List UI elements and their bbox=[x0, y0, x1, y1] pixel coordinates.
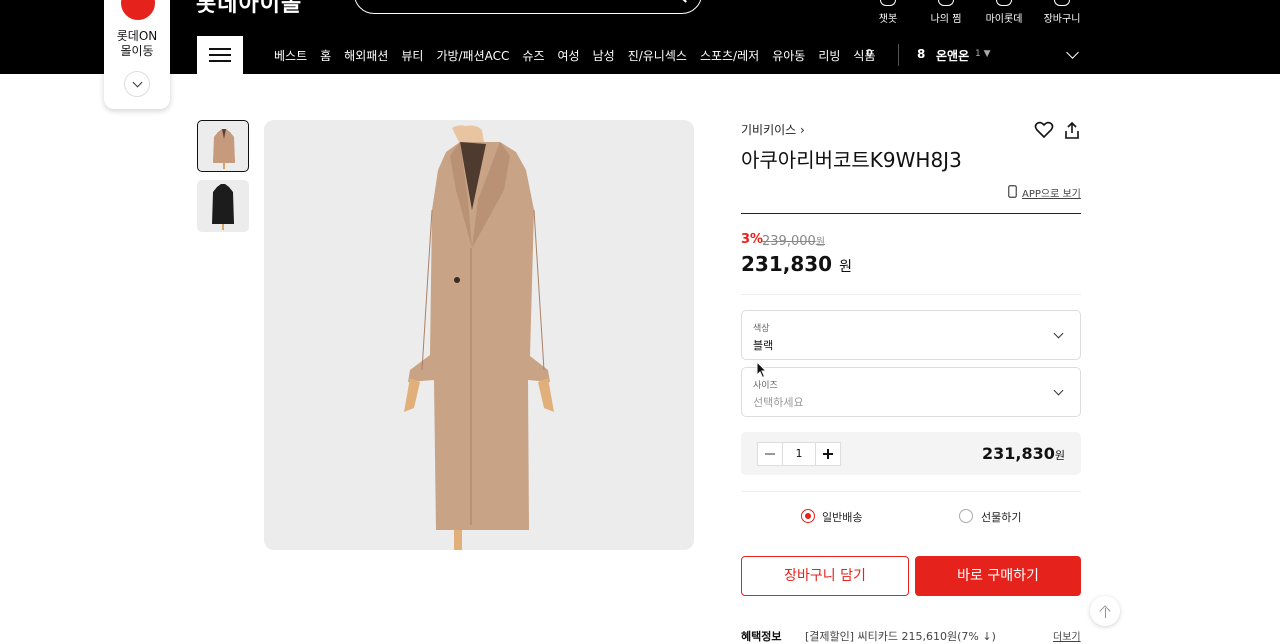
expand-button[interactable] bbox=[124, 71, 150, 97]
cart-icon bbox=[1054, 0, 1070, 6]
util-chatbot[interactable]: 챗봇 bbox=[868, 0, 908, 36]
quantity-panel: 1 231,830원 bbox=[741, 432, 1081, 475]
nav-extra-count: 0 bbox=[866, 48, 873, 59]
increase-button[interactable] bbox=[816, 443, 840, 465]
util-label: 나의 찜 bbox=[930, 14, 962, 25]
gift-label[interactable]: 선물하기 bbox=[981, 509, 1021, 525]
lotteon-switch-card[interactable]: 롯데ON 몰이동 bbox=[104, 0, 170, 109]
sale-price-value: 231,830 bbox=[741, 252, 833, 276]
color-select[interactable]: 색상 블랙 bbox=[741, 310, 1081, 360]
menu-button[interactable] bbox=[197, 36, 243, 74]
quantity-stepper: 1 bbox=[757, 442, 841, 466]
app-view-link[interactable]: APP으로 보기 bbox=[1022, 185, 1081, 200]
coat-thumbnail-image bbox=[212, 184, 234, 230]
chevron-down-icon bbox=[1053, 385, 1064, 396]
search-icon[interactable] bbox=[681, 0, 687, 3]
site-logo[interactable]: 롯데아이몰 bbox=[196, 0, 302, 18]
nav-item-beauty[interactable]: 뷰티 bbox=[401, 47, 423, 64]
thumbnail-2[interactable] bbox=[197, 180, 249, 232]
top-header: 롯데아이몰 챗봇 나의 찜 마이롯데 장바구니 bbox=[0, 0, 1280, 36]
more-link[interactable]: 더보기 bbox=[1053, 628, 1081, 643]
arrow-up-icon bbox=[1104, 608, 1106, 618]
buy-now-button[interactable]: 바로 구매하기 bbox=[915, 556, 1081, 596]
scroll-top-button[interactable] bbox=[1090, 596, 1120, 626]
util-cart[interactable]: 장바구니 bbox=[1040, 0, 1084, 36]
mascot-icon bbox=[121, 0, 155, 20]
chevron-right-icon: › bbox=[800, 123, 805, 137]
normal-delivery-label[interactable]: 일반배송 bbox=[822, 509, 862, 525]
mouse-cursor-icon bbox=[756, 361, 768, 379]
sale-price: 231,830 원 bbox=[741, 252, 852, 276]
divider bbox=[741, 294, 1081, 295]
nav-item-bags[interactable]: 가방/패션ACC bbox=[436, 47, 509, 64]
util-label: 챗봇 bbox=[878, 14, 898, 25]
nav-divider bbox=[898, 44, 899, 66]
original-price-unit: 원 bbox=[815, 237, 825, 248]
thumbnail-1[interactable] bbox=[197, 120, 249, 172]
ranking-number: 8 bbox=[917, 47, 926, 61]
mobile-icon bbox=[1008, 185, 1017, 198]
normal-delivery-radio[interactable] bbox=[801, 509, 815, 523]
ranking-change: 1 ▼ bbox=[975, 49, 991, 59]
chevron-down-icon bbox=[132, 77, 143, 88]
nav-item-living[interactable]: 리빙 bbox=[818, 47, 840, 64]
hamburger-icon bbox=[209, 54, 231, 56]
size-select[interactable]: 사이즈 선택하세요 bbox=[741, 367, 1081, 417]
divider bbox=[741, 213, 1081, 214]
heart-icon[interactable] bbox=[1034, 120, 1054, 140]
decrease-button[interactable] bbox=[758, 443, 782, 465]
share-icon[interactable] bbox=[1062, 121, 1082, 141]
add-to-cart-button[interactable]: 장바구니 담기 bbox=[741, 556, 909, 596]
original-price: 239,000원 bbox=[762, 233, 825, 249]
nav-item-home[interactable]: 홈 bbox=[320, 47, 331, 64]
brand-name: 기비키이스 bbox=[741, 123, 797, 137]
original-price-value: 239,000 bbox=[762, 234, 816, 249]
total-price-unit: 원 bbox=[1054, 449, 1065, 462]
product-main-image[interactable] bbox=[264, 120, 694, 550]
benefit-text: [결제할인] 씨티카드 215,610원(7% ↓) bbox=[805, 630, 996, 643]
chat-icon bbox=[880, 0, 896, 6]
sale-price-unit: 원 bbox=[839, 259, 852, 275]
search-input[interactable] bbox=[354, 0, 702, 14]
nav-item-men[interactable]: 남성 bbox=[593, 47, 615, 64]
total-price: 231,830원 bbox=[982, 444, 1065, 463]
size-select-placeholder: 선택하세요 bbox=[753, 396, 804, 409]
nav-menu: 베스트 홈 해외패션 뷰티 가방/패션ACC 슈즈 여성 남성 진/유니섹스 스… bbox=[274, 36, 889, 74]
chevron-down-icon bbox=[1053, 328, 1064, 339]
nav-item-overseas[interactable]: 해외패션 bbox=[344, 47, 388, 64]
brand-link[interactable]: 기비키이스 › bbox=[741, 121, 805, 138]
total-price-value: 231,830 bbox=[982, 444, 1055, 463]
nav-item-best[interactable]: 베스트 bbox=[274, 47, 307, 64]
coat-image bbox=[404, 125, 554, 550]
heart-icon bbox=[938, 0, 954, 6]
quantity-input[interactable]: 1 bbox=[782, 443, 816, 465]
nav-item-sports[interactable]: 스포츠/레저 bbox=[700, 47, 759, 64]
ranking-keyword[interactable]: 온앤온 bbox=[936, 47, 969, 64]
discount-rate: 3% bbox=[741, 232, 764, 247]
nav-item-shoes[interactable]: 슈즈 bbox=[522, 47, 544, 64]
nav-item-women[interactable]: 여성 bbox=[558, 47, 580, 64]
user-icon bbox=[996, 0, 1012, 6]
nav-item-kids[interactable]: 유아동 bbox=[772, 47, 805, 64]
hamburger-icon bbox=[209, 60, 231, 62]
util-label: 마이롯데 bbox=[985, 14, 1023, 25]
util-mylotte[interactable]: 마이롯데 bbox=[982, 0, 1026, 36]
size-select-label: 사이즈 bbox=[753, 381, 778, 391]
benefit-label: 혜택정보 bbox=[741, 630, 782, 643]
product-title: 아쿠아리버코트K9WH8J3 bbox=[741, 148, 962, 172]
coat-thumbnail-image bbox=[213, 129, 235, 169]
mascot-label: 몰이동 bbox=[120, 44, 154, 58]
util-label: 장바구니 bbox=[1043, 14, 1081, 25]
color-select-value: 블랙 bbox=[753, 339, 774, 352]
nav-item-jeans[interactable]: 진/유니섹스 bbox=[628, 47, 687, 64]
gift-radio[interactable] bbox=[959, 509, 973, 523]
hamburger-icon bbox=[209, 48, 231, 50]
util-wishlist[interactable]: 나의 찜 bbox=[924, 0, 968, 36]
color-select-label: 색상 bbox=[753, 324, 770, 334]
divider bbox=[741, 491, 1081, 492]
